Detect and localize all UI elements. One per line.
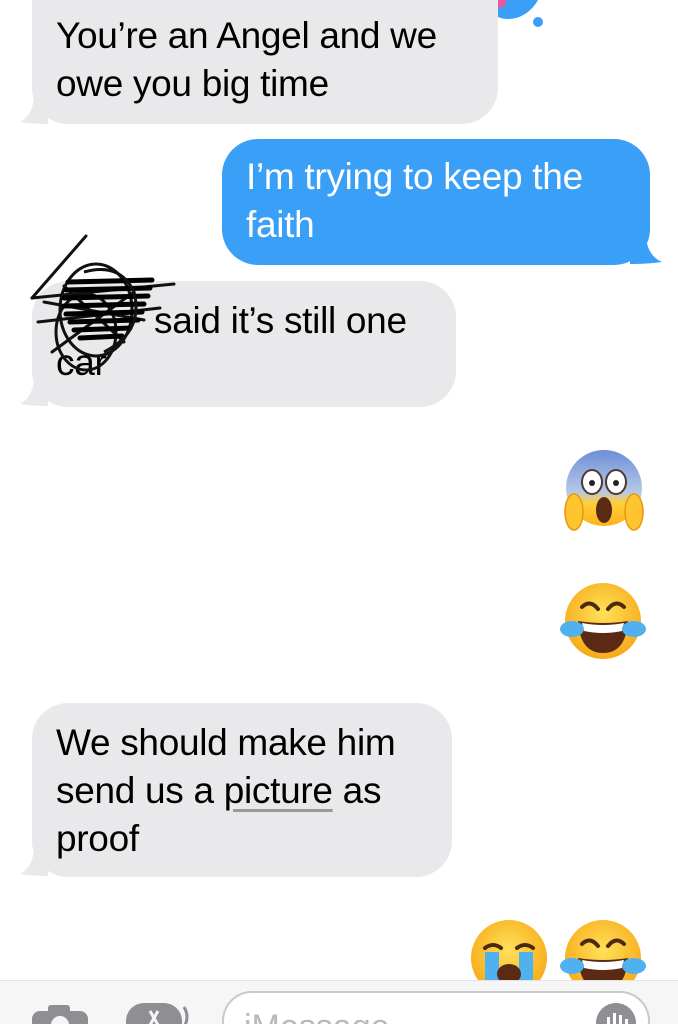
audio-waveform-icon[interactable] xyxy=(594,1001,638,1024)
message-text-line: owe you big time xyxy=(56,63,329,104)
data-detector-link[interactable]: picture xyxy=(224,770,333,811)
received-message-bubble[interactable]: We should make him send us a picture as … xyxy=(32,703,452,877)
message-text-line: proof xyxy=(56,818,139,859)
bubble-tail xyxy=(630,234,662,264)
message-text-line: send us a picture as xyxy=(56,767,428,815)
bubble-tail xyxy=(20,94,48,124)
camera-icon[interactable] xyxy=(30,1003,90,1024)
redaction-scribble xyxy=(30,234,176,372)
message-text-line: You’re an Angel and we xyxy=(56,15,437,56)
crying-face-emoji[interactable] xyxy=(467,918,551,980)
message-input-bar: iMessage xyxy=(0,980,678,1024)
tears-of-joy-emoji[interactable] xyxy=(560,918,646,980)
message-text-line: I’m trying to keep the xyxy=(246,156,583,197)
received-message-bubble[interactable]: You’re an Angel and we owe you big time xyxy=(32,0,498,124)
bubble-tail xyxy=(20,846,48,876)
app-store-icon[interactable] xyxy=(124,1001,194,1024)
tears-of-joy-emoji[interactable] xyxy=(560,581,646,663)
message-text-fragment: send us a xyxy=(56,770,224,811)
message-text-fragment: as xyxy=(332,770,382,811)
sent-message-bubble[interactable]: I’m trying to keep the faith xyxy=(222,139,650,265)
imessage-text-field[interactable]: iMessage xyxy=(222,991,650,1024)
message-text-line: faith xyxy=(246,204,315,245)
screaming-face-emoji[interactable] xyxy=(564,448,644,532)
message-placeholder: iMessage xyxy=(244,1007,390,1024)
message-text-line: We should make him xyxy=(56,722,396,763)
